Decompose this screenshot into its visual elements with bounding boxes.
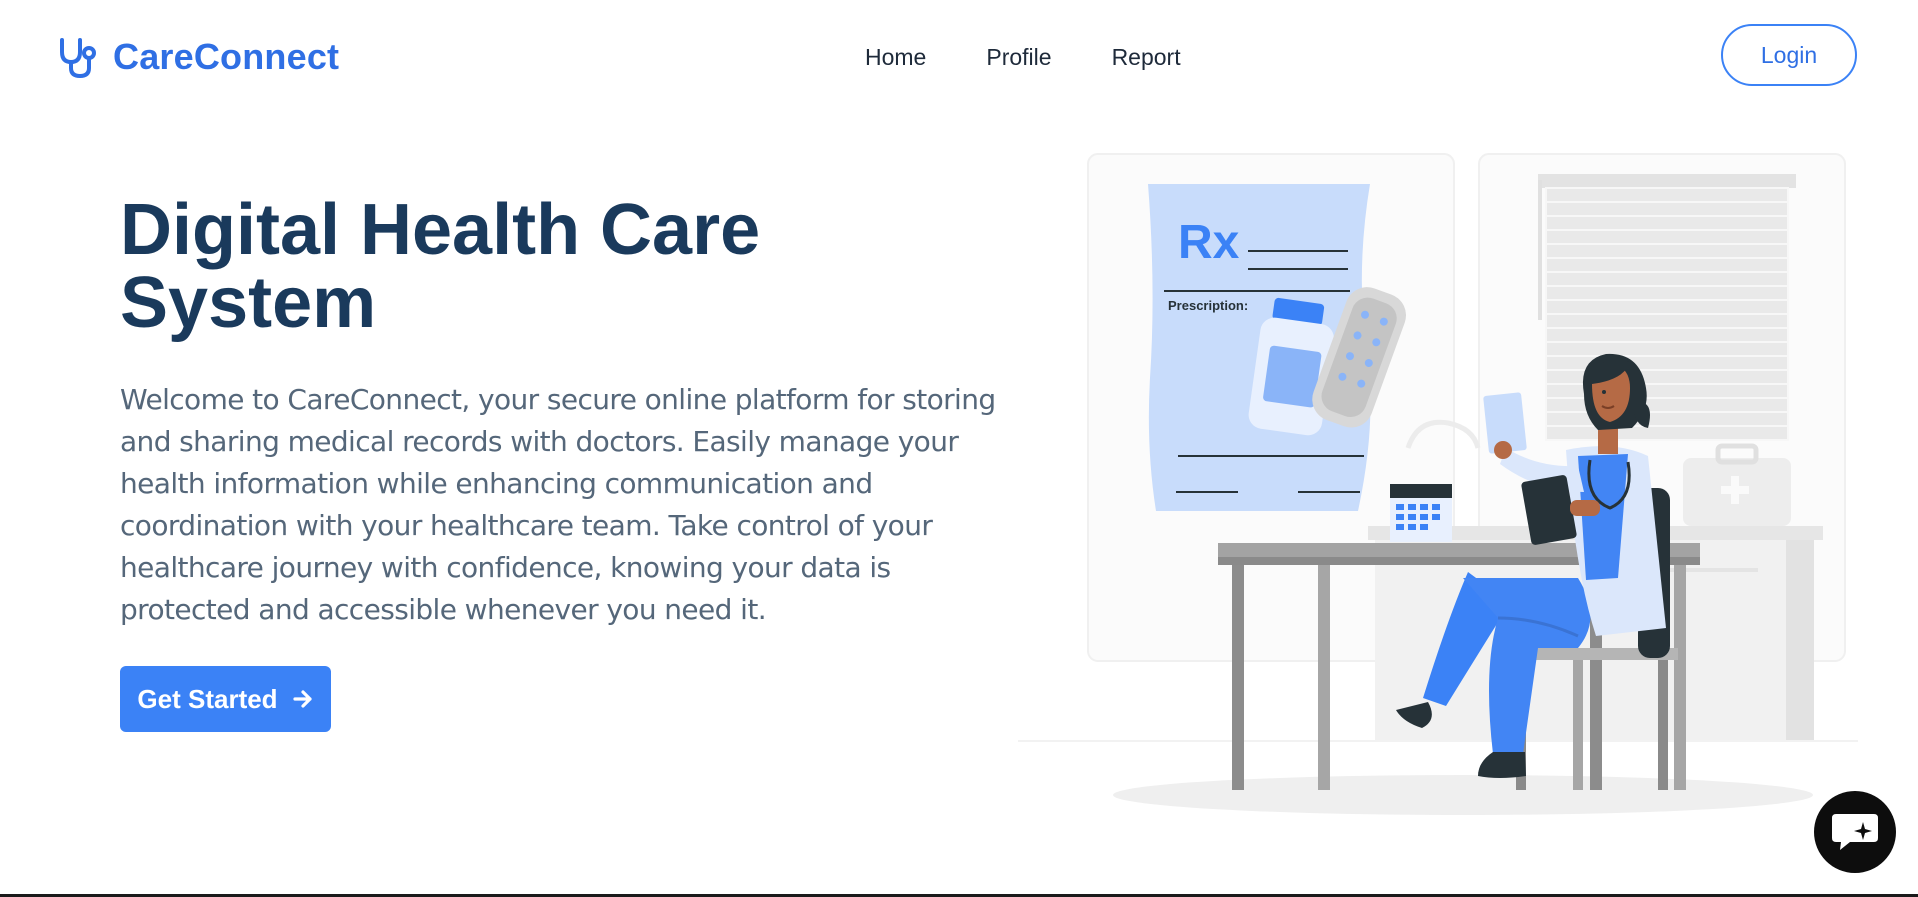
brand-logo[interactable]: CareConnect: [57, 36, 339, 78]
brand-name: CareConnect: [113, 36, 340, 77]
get-started-label: Get Started: [137, 683, 278, 714]
nav-profile[interactable]: Profile: [986, 44, 1051, 71]
rx-symbol: Rx: [1178, 216, 1240, 269]
chat-button[interactable]: [1814, 791, 1896, 873]
arrow-right-icon: [292, 690, 312, 708]
get-started-button[interactable]: Get Started: [120, 666, 331, 732]
hero-title: Digital Health Care System: [120, 190, 761, 343]
stethoscope-icon: [60, 38, 96, 78]
hero-description: Welcome to CareConnect, your secure onli…: [120, 383, 996, 626]
doctor-illustration: Rx Prescription:: [1018, 153, 1858, 815]
prescription-label: Prescription:: [1168, 298, 1248, 313]
main-nav: Home Profile Report: [865, 44, 1181, 71]
site-header: CareConnect Home Profile Report Login: [0, 0, 1918, 120]
chat-sparkle-icon: [1832, 814, 1878, 850]
nav-home[interactable]: Home: [865, 44, 926, 71]
login-button[interactable]: Login: [1721, 24, 1857, 86]
nav-report[interactable]: Report: [1112, 44, 1181, 71]
